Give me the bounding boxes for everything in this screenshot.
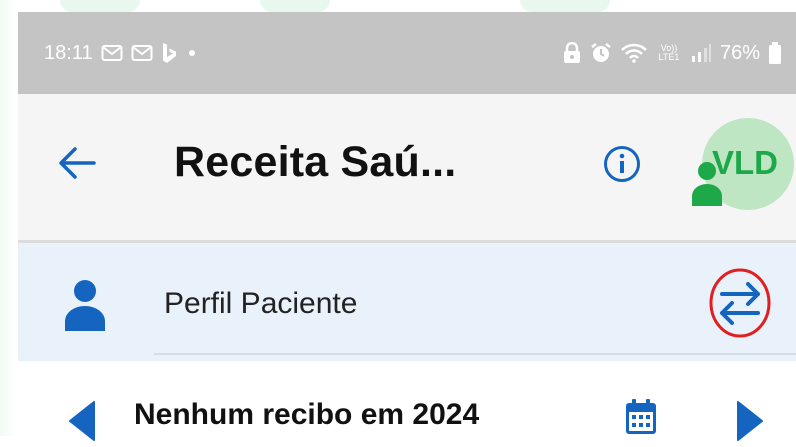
battery-icon <box>768 41 782 65</box>
background-watermark <box>520 0 610 12</box>
volte-icon: Vo)) LTE1 <box>656 44 682 62</box>
status-time: 18:11 <box>44 41 93 64</box>
background-watermark <box>260 0 330 12</box>
profile-label: Perfil Paciente <box>164 287 358 320</box>
receipt-navigator: Nenhum recibo em 2024 <box>18 382 796 441</box>
swap-arrows-icon <box>709 268 771 338</box>
background-watermark <box>60 0 140 12</box>
calendar-icon <box>626 399 656 434</box>
lock-icon <box>562 42 582 64</box>
info-icon <box>604 146 640 182</box>
person-icon <box>65 280 105 331</box>
user-avatar-button[interactable]: VLD <box>690 118 796 218</box>
signal-icon <box>690 42 712 64</box>
mail-icon <box>131 44 153 62</box>
dot-icon <box>185 46 199 60</box>
calendar-button[interactable] <box>624 398 658 436</box>
bing-icon <box>161 42 177 64</box>
phone-screen: 18:11 Vo)) LTE1 76% Receita Saú... VLD P… <box>18 12 796 441</box>
network-label: Vo)) LTE1 <box>658 43 680 62</box>
app-bar: Receita Saú... VLD <box>18 94 796 240</box>
battery-percent: 76% <box>719 41 760 64</box>
person-icon <box>692 162 722 206</box>
divider <box>154 353 796 355</box>
wifi-icon <box>620 42 648 64</box>
mail-icon <box>101 44 123 62</box>
background-watermark <box>0 0 18 436</box>
status-bar: 18:11 Vo)) LTE1 76% <box>18 12 796 94</box>
back-button[interactable] <box>58 146 96 180</box>
info-button[interactable] <box>602 144 642 184</box>
page-title: Receita Saú... <box>174 138 457 186</box>
alarm-icon <box>590 42 612 64</box>
profile-selector: Perfil Paciente <box>18 243 796 361</box>
switch-profile-button[interactable] <box>708 267 772 339</box>
arrow-left-icon <box>59 147 96 179</box>
receipt-status-text: Nenhum recibo em 2024 <box>134 398 480 431</box>
